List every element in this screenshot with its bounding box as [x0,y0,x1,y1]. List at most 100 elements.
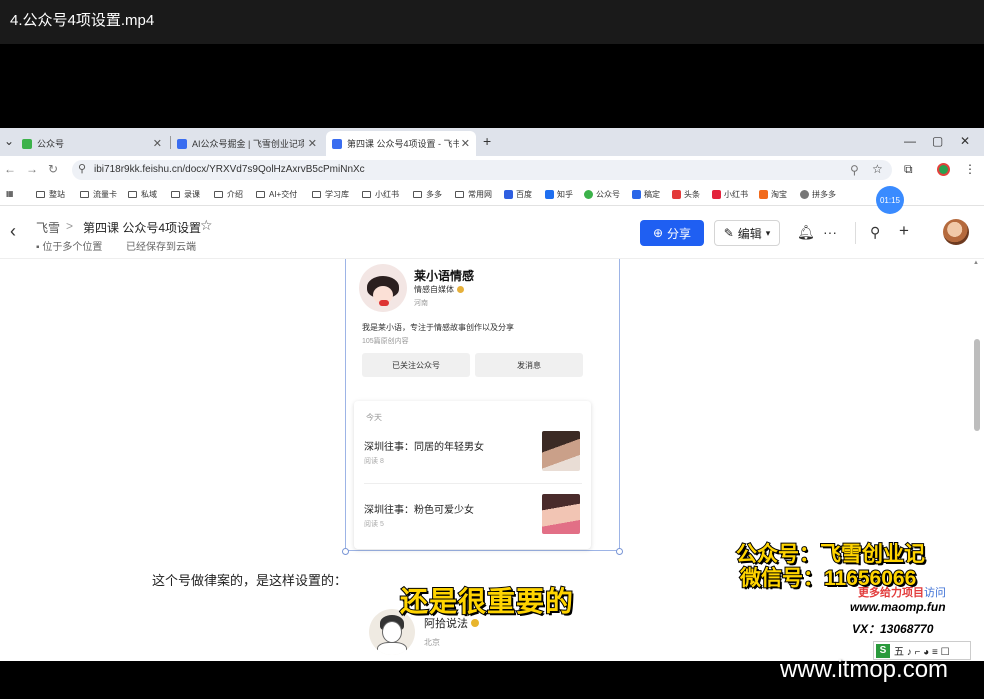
bookmark-folder[interactable]: 整站 [36,189,65,200]
close-window-icon[interactable]: ✕ [960,134,970,148]
search-icon[interactable]: ⚲ [870,224,880,241]
close-tab-icon[interactable]: ✕ [153,137,162,150]
forward-icon[interactable]: → [26,162,38,176]
new-tab-icon[interactable]: + [483,133,491,149]
save-status: 已经保存到云端 [126,242,196,253]
bookmark-folder[interactable]: AI+交付 [256,189,297,200]
minimize-icon[interactable]: — [904,134,916,148]
reload-icon[interactable]: ↻ [48,162,58,176]
watermark-vx: VX：13068770 [852,622,934,636]
pencil-icon: ✎ [723,226,734,240]
bookmark-folder[interactable]: 流量卡 [80,189,117,200]
video-title-bar: 4.公众号4项设置.mp4 [0,0,984,44]
extensions-icon[interactable]: ⧉ [904,162,913,177]
favorite-star-icon[interactable]: ☆ [200,217,213,234]
gaoding-icon [632,190,641,199]
folder-icon [80,191,89,198]
profile-icon[interactable] [937,163,950,176]
doc-header: ‹ 飞雪 > 第四课 公众号4项设置 ☆ ▪ 位于多个位置 已经保存到云端 ⊕ 分… [0,207,984,259]
back-arrow-icon[interactable]: ‹ [10,221,16,242]
verified-badge-icon [457,286,464,293]
bookmark-folder[interactable]: 小红书 [362,189,399,200]
bell-icon[interactable]: 🔔︎ [797,224,815,241]
account-name: 莱小语情感 [414,269,475,283]
article-title: 深圳往事：粉色可爱少女 [364,505,474,516]
site-info-icon[interactable]: ⚲ [78,162,86,175]
doc-paragraph: 这个号做律案的，是这样设置的： [152,573,348,588]
tab-ai-gongzhonghao[interactable]: AI公众号掘金 | 飞雪创业记项目 ✕ [177,131,323,156]
resize-handle[interactable] [616,548,623,555]
watermark-more: 更多给力项目访问 [858,587,946,599]
bookmark-pinduoduo[interactable]: 拼多多 [800,189,836,200]
followed-button: 已关注公众号 [362,353,470,377]
article-title: 深圳往事：同居的年轻男女 [364,442,484,453]
folder-icon [312,191,321,198]
folder-icon [362,191,371,198]
chevron-down-icon: ▾ [765,227,771,238]
article-thumbnail [542,494,580,534]
baidu-icon [504,190,513,199]
tab-active-doc[interactable]: 第四课 公众号4项设置 - 飞书云 ✕ [326,131,476,156]
account-type: 情感自媒体 [414,284,464,295]
bookmark-baidu[interactable]: 百度 [504,189,532,200]
globe-icon: ⊕ [652,226,664,240]
bookmark-folder[interactable]: 多多 [413,189,442,200]
message-button: 发消息 [475,353,583,377]
apps-grid-icon[interactable]: ▦ [6,189,14,198]
menu-kebab-icon[interactable]: ⋮ [964,162,976,176]
bookmark-xiaohongshu[interactable]: 小红书 [712,189,748,200]
article-thumbnail [542,431,580,471]
breadcrumb-separator: > [66,219,74,233]
edit-button[interactable]: ✎ 编辑 ▾ [714,220,780,246]
close-tab-icon[interactable]: ✕ [308,137,317,150]
embedded-screenshot[interactable]: 莱小语情感 情感自媒体 河南 我是莱小语，专注于情感故事创作以及分享 105篇原… [345,259,620,551]
bookmark-star-icon[interactable]: ☆ [872,162,883,176]
watermark-url: www.maomp.fun [850,600,946,614]
bookmark-folder[interactable]: 学习库 [312,189,349,200]
bookmark-toutiao[interactable]: 头条 [672,189,700,200]
bookmark-folder[interactable]: 介绍 [214,189,243,200]
article-count: 105篇原创内容 [362,338,409,345]
tab-gongzhonghao[interactable]: 公众号 ✕ [22,131,168,156]
bookmark-folder[interactable]: 录课 [171,189,200,200]
add-icon[interactable]: + [899,221,909,241]
scroll-up-icon[interactable]: ▲ [973,260,979,266]
tab-search-icon[interactable]: ⌄ [4,134,14,148]
article-feed: 今天 深圳往事：同居的年轻男女 阅读 8 深圳往事：粉色可爱少女 阅读 5 [354,401,591,549]
url-input[interactable]: ⚲ ibi718r9kk.feishu.cn/docx/YRXVd7s9QolH… [72,160,892,180]
article-reads: 阅读 5 [364,521,384,528]
folder-icon [413,191,422,198]
doc-title: 第四课 公众号4项设置 [83,221,202,235]
zhihu-icon [545,190,554,199]
video-title: 4.公众号4项设置.mp4 [10,12,155,29]
feed-day: 今天 [366,413,382,422]
bookmark-folder[interactable]: 私域 [128,189,157,200]
header-divider [855,222,856,244]
folder-icon [214,191,223,198]
maximize-icon[interactable]: ▢ [932,134,943,148]
folder-icon [36,191,45,198]
tab-favicon-icon [22,138,32,149]
bookmark-zhihu[interactable]: 知乎 [545,189,573,200]
bookmark-gongzhonghao[interactable]: 公众号 [584,189,620,200]
tab-label: 第四课 公众号4项设置 - 飞书云 [347,139,459,149]
location-info[interactable]: ▪ 位于多个位置 [36,238,102,253]
bookmark-folder[interactable]: 常用网 [455,189,492,200]
folder-icon [455,191,464,198]
bookmark-taobao[interactable]: 淘宝 [759,189,787,200]
back-icon[interactable]: ← [4,162,16,176]
scrollbar-thumb[interactable] [974,339,980,431]
site-watermark: www.itmop.com [780,656,949,683]
breadcrumb-root[interactable]: 飞雪 [36,219,60,236]
zoom-icon[interactable]: ⚲ [850,163,859,177]
toutiao-icon [672,190,681,199]
close-tab-icon[interactable]: ✕ [461,137,470,150]
bookmark-gaoding[interactable]: 稿定 [632,189,660,200]
share-button[interactable]: ⊕ 分享 [640,220,704,246]
resize-handle[interactable] [342,548,349,555]
user-avatar[interactable] [943,219,969,245]
more-icon[interactable]: ··· [823,224,837,240]
article-reads: 阅读 8 [364,458,384,465]
recording-timer: 01:15 [876,186,904,214]
folder-icon [171,191,180,198]
